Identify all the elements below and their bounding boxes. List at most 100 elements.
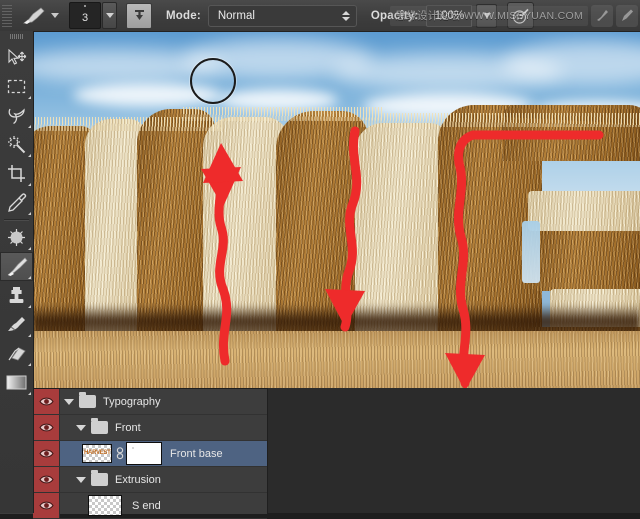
gradient-tool[interactable] (0, 368, 33, 397)
history-brush-tool[interactable] (0, 310, 33, 339)
tool-flyout-indicator (28, 154, 31, 157)
healing-brush-tool[interactable] (0, 223, 33, 252)
toolbox-divider (4, 219, 29, 221)
layer-visibility-toggle[interactable] (33, 467, 60, 492)
quick-select-tool[interactable] (0, 130, 33, 159)
eyedropper-tool[interactable] (0, 188, 33, 217)
chevron-down-icon[interactable] (51, 13, 59, 18)
site-watermark: 思缘设计论坛-WWW.MISSYUAN.COM (390, 3, 638, 28)
layer-row-content: S end (60, 493, 267, 518)
crop-tool[interactable] (0, 159, 33, 188)
tool-flyout-indicator (28, 334, 31, 337)
layer-row-extrusion[interactable]: Extrusion (33, 467, 267, 493)
crop-icon (7, 164, 26, 183)
brush-icon (20, 6, 46, 26)
layer-visibility-toggle[interactable] (33, 415, 60, 440)
brush-icon (591, 5, 613, 27)
layer-row-front[interactable]: Front (33, 415, 267, 441)
tool-flyout-indicator (28, 125, 31, 128)
hay-fringe (363, 113, 640, 127)
mode-label: Mode: (166, 10, 201, 22)
hay-letter-notch (528, 191, 640, 231)
layer-mask-thumbnail[interactable] (127, 443, 161, 464)
visibility-eye-icon (39, 422, 54, 433)
eraser-tool[interactable] (0, 339, 33, 368)
tablet-pressure-size-icon (131, 7, 148, 24)
watermark-text: 思缘设计论坛-WWW.MISSYUAN.COM (390, 6, 588, 26)
tool-flyout-indicator (28, 363, 31, 366)
folder-icon (91, 473, 108, 486)
folder-icon (91, 421, 108, 434)
sky-gap (522, 221, 540, 283)
visibility-eye-icon (39, 474, 54, 485)
drag-grip-icon[interactable] (10, 34, 24, 39)
brush-preset-picker[interactable] (18, 5, 48, 27)
clone-stamp-tool[interactable] (0, 281, 33, 310)
tool-flyout-indicator (28, 183, 31, 186)
options-bar: 3 Mode: Normal Opacity: 100% (0, 0, 640, 32)
visibility-eye-icon (39, 396, 54, 407)
brush-size-spinner[interactable] (102, 2, 117, 29)
tool-flyout-indicator (28, 305, 31, 308)
marquee-tool[interactable] (0, 72, 33, 101)
lasso-icon (7, 107, 27, 125)
blend-mode-select[interactable]: Normal (208, 5, 357, 27)
spot-healing-icon (7, 228, 26, 247)
layer-visibility-toggle[interactable] (33, 493, 60, 518)
tool-flyout-indicator (28, 212, 31, 215)
layer-name: Extrusion (115, 474, 161, 486)
hay-field-ground (33, 331, 640, 388)
eraser-icon (7, 345, 27, 362)
move-tool[interactable] (0, 43, 33, 72)
tool-flyout-indicator (28, 276, 31, 279)
clone-stamp-icon (7, 286, 26, 305)
chevron-down-icon[interactable] (64, 399, 74, 405)
layer-name: Front (115, 422, 141, 434)
hay-letters-photo (33, 31, 640, 388)
layer-row-content: Extrusion (60, 467, 267, 492)
visibility-eye-icon (39, 500, 54, 511)
rectangular-marquee-icon (7, 79, 26, 94)
layer-name: Typography (103, 396, 160, 408)
document-canvas[interactable] (33, 31, 640, 388)
tool-flyout-indicator (28, 247, 31, 250)
gradient-icon (6, 375, 27, 390)
visibility-eye-icon (39, 448, 54, 459)
history-brush-icon (7, 315, 27, 334)
hay-fringe (183, 107, 383, 121)
link-chain-icon[interactable] (115, 447, 124, 460)
layer-thumbnail[interactable]: HARVEST (82, 444, 112, 463)
toolbox (0, 31, 34, 513)
hay-letter-arm (533, 231, 640, 291)
move-arrow-icon (7, 49, 27, 67)
chevron-down-icon[interactable] (76, 477, 86, 483)
chevron-down-icon[interactable] (76, 425, 86, 431)
layer-row-typography[interactable]: Typography (33, 389, 267, 415)
layer-visibility-toggle[interactable] (33, 441, 60, 466)
tool-flyout-indicator (28, 96, 31, 99)
layer-row-content: HARVEST Front base (60, 441, 267, 466)
magic-wand-icon (7, 135, 27, 155)
folder-icon (79, 395, 96, 408)
brush-circle-cursor (190, 58, 236, 104)
layer-visibility-toggle[interactable] (33, 389, 60, 414)
tool-flyout-indicator (28, 392, 31, 395)
layer-row-front-base[interactable]: HARVEST Front base (33, 441, 267, 467)
stepper-updown-icon (342, 11, 350, 21)
layers-panel: Typography Front (33, 388, 268, 514)
layer-thumbnail-label: HARVEST (84, 450, 110, 456)
blend-mode-value: Normal (218, 10, 255, 22)
brush-size-input[interactable]: 3 (69, 2, 101, 29)
tablet-pressure-size-toggle[interactable] (126, 3, 152, 29)
brush-size-value: 3 (82, 12, 88, 24)
layer-row-content: Front (60, 415, 267, 440)
eyedropper-icon (7, 193, 27, 213)
drag-grip-icon[interactable] (2, 5, 12, 27)
ground-texture (33, 331, 640, 388)
pencil-icon (616, 5, 638, 27)
layer-row-s-end[interactable]: S end (33, 493, 267, 519)
layer-name: S end (132, 500, 161, 512)
brush-tool[interactable] (0, 252, 33, 281)
lasso-tool[interactable] (0, 101, 33, 130)
chevron-down-icon (106, 13, 114, 18)
